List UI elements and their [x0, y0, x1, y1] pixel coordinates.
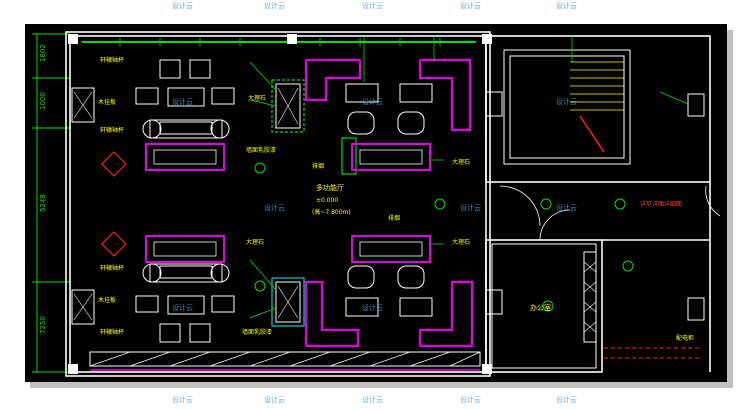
dim-label-4: 7250: [39, 316, 47, 334]
right-labels: 详见详图详细图: [640, 200, 682, 208]
dim-label-3: 5248: [39, 194, 47, 212]
watermark-11: 设计云: [556, 203, 577, 212]
cabinet-label-1: 木挂板: [98, 98, 116, 106]
room-name-office: 办公室: [530, 303, 551, 312]
room-ceiling: (高~7.800m): [312, 208, 351, 216]
room-name-main: 多功能厅: [316, 183, 344, 192]
watermark-13: 设计云: [362, 303, 383, 312]
bottom-right-labels: 配电柜: [676, 334, 694, 342]
tag-3: 大理石: [248, 94, 266, 102]
watermark-16: 设计云: [362, 395, 383, 404]
tag-10: 大理石: [452, 238, 470, 246]
watermark-14: 设计云: [172, 395, 193, 404]
dim-label-1: 1802: [39, 44, 47, 62]
watermark-4: 设计云: [460, 1, 481, 10]
tag-6: 轩辕轴杯: [100, 264, 124, 272]
cabinet-label-2: 木挂板: [98, 296, 116, 304]
exhaust-label-2: 排烟: [388, 214, 400, 222]
tag-4: 墙面乳胶漆: [246, 146, 276, 154]
watermark-8: 设计云: [556, 97, 577, 106]
watermark-7: 设计云: [362, 97, 383, 106]
watermark-6: 设计云: [172, 97, 193, 106]
room-elevation: ±0.000: [316, 197, 338, 204]
tag-9: 大理石: [452, 158, 470, 166]
watermark-15: 设计云: [264, 395, 285, 404]
watermark-9: 设计云: [264, 203, 285, 212]
watermark-12: 设计云: [172, 303, 193, 312]
watermark-18: 设计云: [556, 395, 577, 404]
right-note: 详见详图详细图: [640, 200, 682, 208]
tag-7: 轩辕轴杯: [100, 328, 124, 336]
tag-2: 轩辕轴杯: [100, 126, 124, 134]
watermark-17: 设计云: [460, 395, 481, 404]
watermark-5: 设计云: [556, 1, 577, 10]
distribution-cabinet-label: 配电柜: [676, 334, 694, 342]
tag-1: 轩辕轴杯: [100, 56, 124, 64]
cad-floor-plan: 1802 1000 5248 7250 轩辕轴杯 轩辕轴杯 大理石 墙面乳胶漆 …: [0, 0, 750, 406]
exhaust-label: 排烟: [312, 162, 324, 170]
tag-5: 大理石: [246, 238, 264, 246]
frame-shadow-right: [727, 30, 733, 388]
watermark-3: 设计云: [362, 1, 383, 10]
watermark-10: 设计云: [460, 203, 481, 212]
floor-plan-canvas: 1802 1000 5248 7250 轩辕轴杯 轩辕轴杯 大理石 墙面乳胶漆 …: [0, 0, 750, 406]
watermark-1: 设计云: [172, 1, 193, 10]
tag-8: 墙面乳胶漆: [242, 328, 272, 336]
watermark-2: 设计云: [264, 1, 285, 10]
dim-label-2: 1000: [39, 92, 47, 110]
frame-shadow: [30, 382, 730, 388]
